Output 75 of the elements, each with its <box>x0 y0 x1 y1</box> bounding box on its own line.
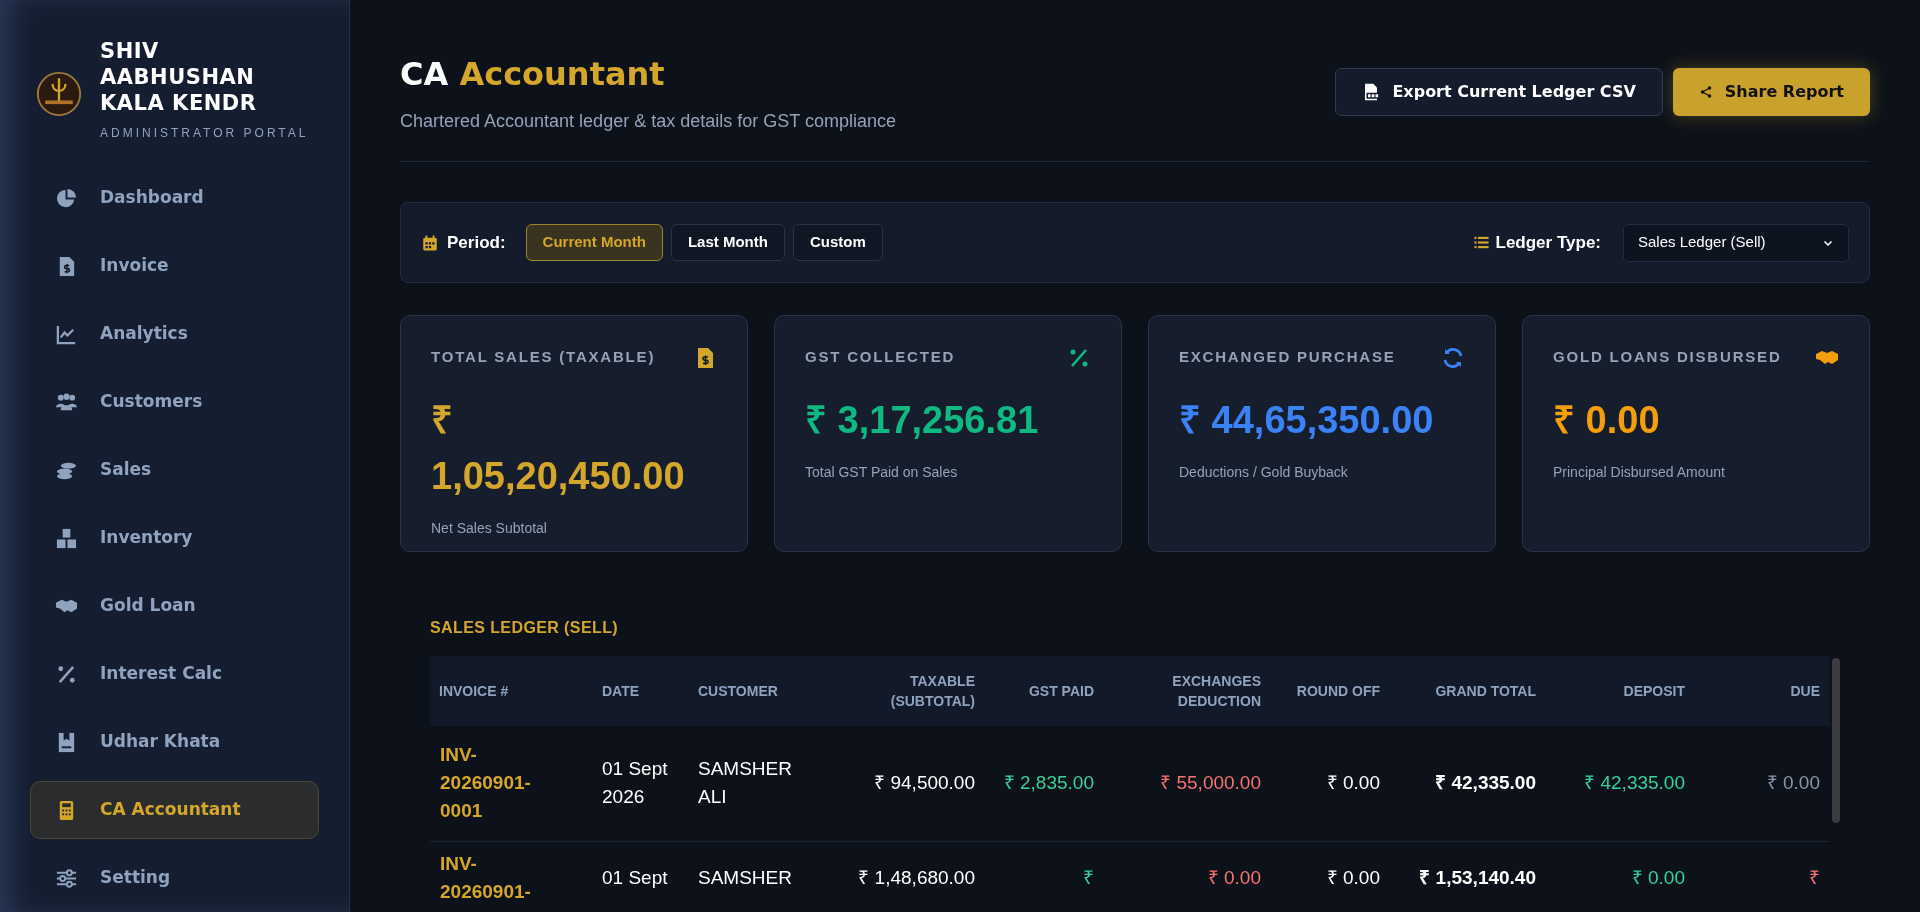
stat-card-value: ₹ 3,17,256.81 <box>805 398 1040 443</box>
sidebar-item[interactable]: Setting <box>30 849 319 907</box>
stat-card-value: ₹ 44,65,350.00 <box>1179 398 1435 443</box>
table-cell-text: ₹ 1,48,680.00 <box>858 865 975 890</box>
sidebar-item[interactable]: CA Accountant <box>30 781 319 839</box>
ledger-title: SALES LEDGER (SELL) <box>430 618 620 638</box>
sidebar-item[interactable]: Udhar Khata <box>30 713 319 771</box>
file-icon <box>1362 82 1381 102</box>
sidebar-item[interactable]: Sales <box>30 441 319 499</box>
table-cell-text: SAMSHER ALI <box>698 757 793 810</box>
column-header: ROUND OFF <box>1271 656 1390 726</box>
pie-chart-icon <box>55 186 78 210</box>
column-header: DATE <box>592 656 688 726</box>
sidebar-item[interactable]: Inventory <box>30 509 319 567</box>
column-header: DEPOSIT <box>1546 656 1695 726</box>
stat-card-caption: Net Sales Subtotal <box>431 519 548 538</box>
share-icon <box>1698 85 1713 99</box>
table-cell-text: ₹ 0.00 <box>1207 865 1261 890</box>
table-cell-text: ₹ 0.00 <box>1326 771 1380 796</box>
ledger-type-select[interactable]: Sales Ledger (Sell) <box>1623 223 1849 262</box>
column-header: EXCHANGES DEDUCTION <box>1104 656 1271 726</box>
calendar-icon <box>421 233 439 252</box>
stat-card-title: TOTAL SALES (TAXABLE) <box>431 347 656 367</box>
stat-card-value: ₹ 1,05,20,450.00 <box>431 398 686 499</box>
column-header: TAXABLE (SUBTOTAL) <box>803 656 985 726</box>
table-cell-text: ₹ 55,000.00 <box>1160 771 1261 796</box>
stat-card-caption: Deductions / Gold Buyback <box>1179 463 1349 482</box>
sidebar-item[interactable]: Customers <box>30 373 319 431</box>
period-tab[interactable]: Current Month <box>525 224 663 261</box>
sliders-icon <box>55 866 78 890</box>
table-cell-text: ₹ 2,835.00 <box>1003 771 1094 796</box>
table-cell-text: 01 Sept 2026 <box>602 757 669 810</box>
stat-card-title: EXCHANGED PURCHASE <box>1179 347 1396 367</box>
column-header: GRAND TOTAL <box>1390 656 1546 726</box>
table-cell-text: ₹ 42,335.00 <box>1435 771 1536 796</box>
table-cell-text: ₹ 0.00 <box>1766 771 1820 796</box>
period-tab[interactable]: Last Month <box>670 224 785 261</box>
brand-subtitle: ADMINISTRATOR PORTAL <box>100 125 309 142</box>
stat-card-caption: Total GST Paid on Sales <box>805 463 959 482</box>
table-cell-text: 01 Sept <box>602 865 668 890</box>
invoice-link[interactable]: INV-20260901-0001 <box>440 741 550 826</box>
table-cell-text: ₹ <box>1809 865 1820 890</box>
page-title: CA Accountant <box>400 54 666 95</box>
column-header: DUE <box>1695 656 1830 726</box>
period-label: Period: <box>447 231 506 254</box>
column-header: GST PAID <box>985 656 1104 726</box>
sidebar-item[interactable]: Invoice <box>30 237 319 295</box>
table-cell-text: ₹ 1,53,140.40 <box>1419 865 1536 890</box>
logo-emblem-icon <box>36 71 82 117</box>
share-report-button[interactable]: Share Report <box>1672 68 1870 116</box>
sidebar-item[interactable]: Dashboard <box>30 169 319 227</box>
column-header: CUSTOMER <box>688 656 803 726</box>
table-cell-text: ₹ <box>1083 865 1094 890</box>
boxes-icon <box>55 526 78 550</box>
stat-card-caption: Principal Disbursed Amount <box>1553 463 1726 482</box>
period-tab[interactable]: Custom <box>792 224 883 261</box>
sidebar-item[interactable]: Gold Loan <box>30 577 319 635</box>
table-cell-text: ₹ 94,500.00 <box>874 771 975 796</box>
column-header: INVOICE # <box>430 656 592 726</box>
table-cell-text: SAMSHER <box>698 865 792 890</box>
scrollbar-thumb[interactable] <box>1832 658 1840 823</box>
export-csv-button[interactable]: Export Current Ledger CSV <box>1335 68 1663 116</box>
brand-name: SHIV AABHUSHAN KALA KENDR <box>100 38 258 116</box>
table-cell-text: ₹ 0.00 <box>1631 865 1685 890</box>
invoice-link[interactable]: INV-20260901- <box>440 849 550 906</box>
stat-card-title: GST COLLECTED <box>805 347 956 367</box>
page-subtitle: Chartered Accountant ledger & tax details for GST compliance <box>400 110 896 133</box>
table-cell-text: ₹ 42,335.00 <box>1584 771 1685 796</box>
sidebar-item[interactable]: Interest Calc <box>30 645 319 703</box>
sidebar-item[interactable]: Analytics <box>30 305 319 363</box>
list-icon <box>1472 234 1490 251</box>
stat-card-title: GOLD LOANS DISBURSED <box>1553 347 1782 367</box>
stat-card-value: ₹ 0.00 <box>1553 398 1661 443</box>
ledger-type-label: Ledger Type: <box>1495 231 1601 254</box>
table-cell-text: ₹ 0.00 <box>1326 865 1380 890</box>
